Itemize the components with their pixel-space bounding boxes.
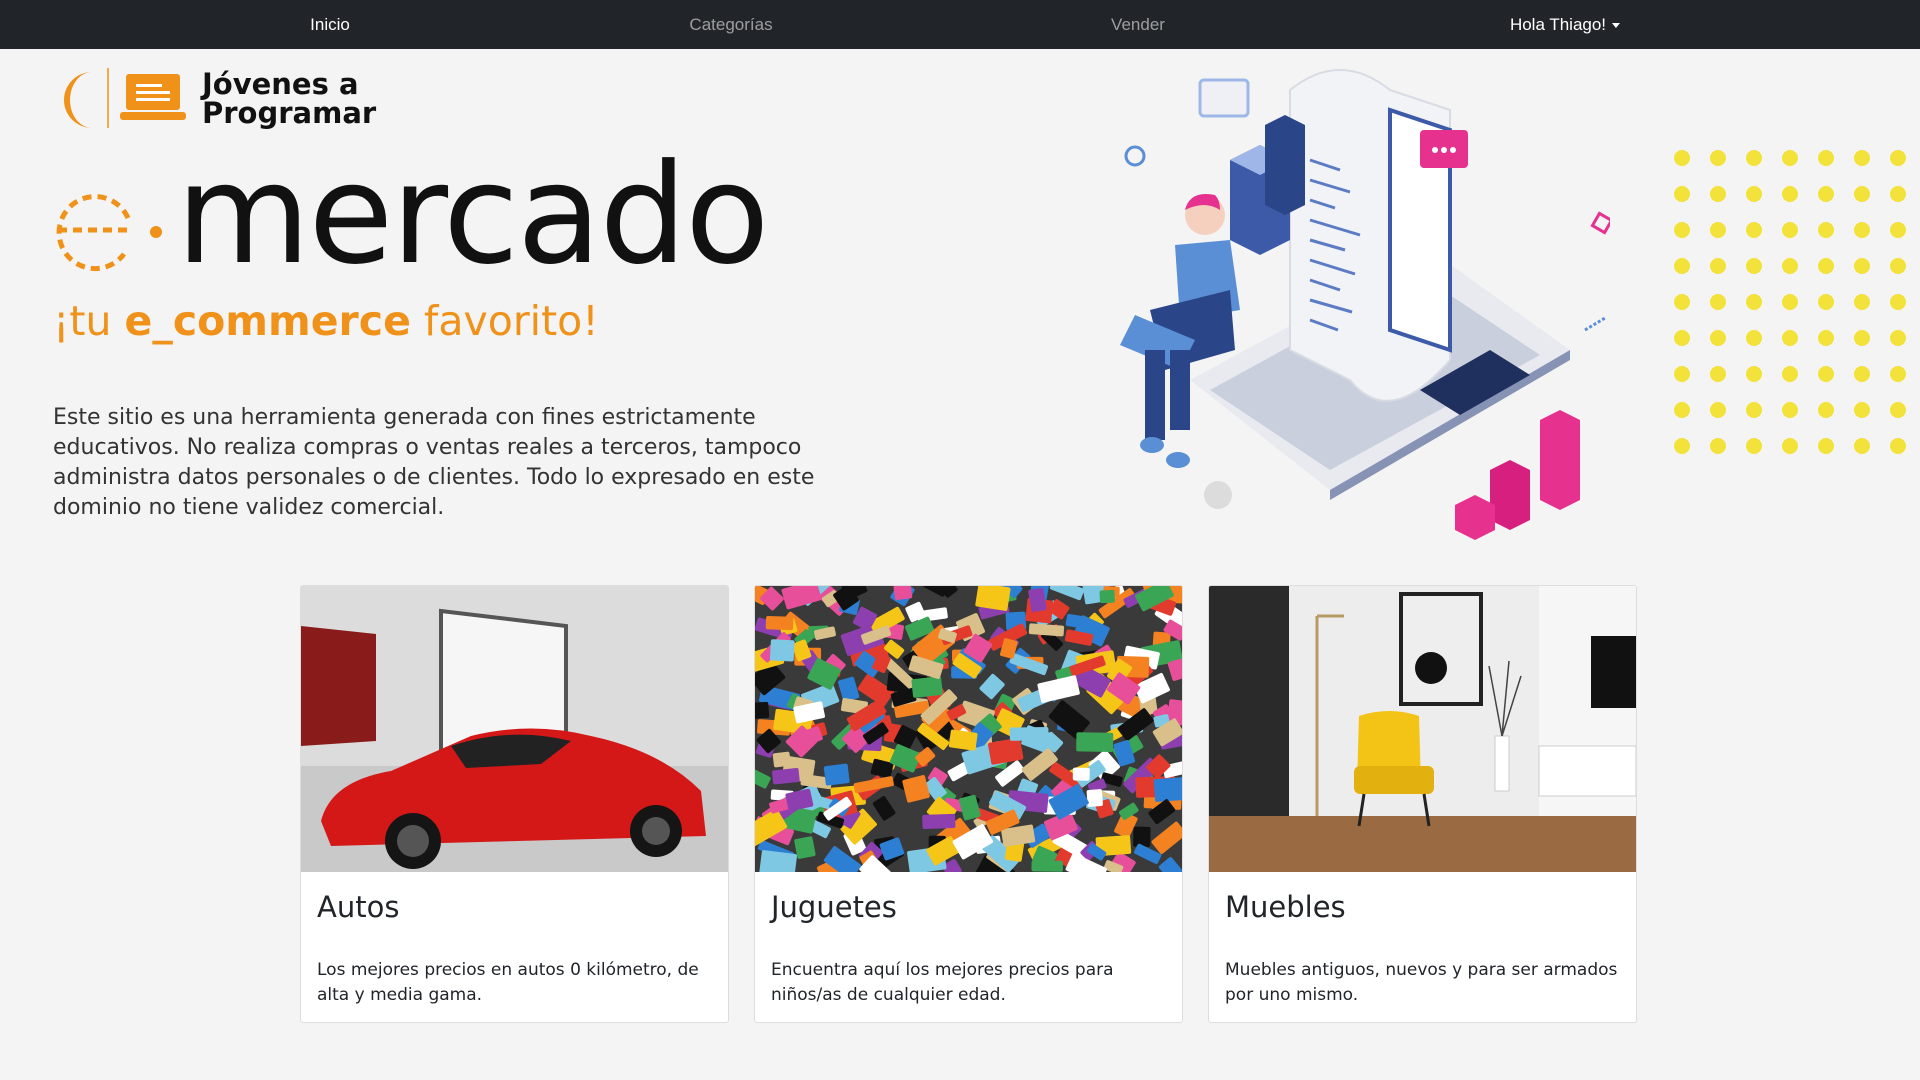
lego-bricks-photo-icon — [755, 586, 1182, 872]
tagline: ¡tu e_commerce favorito! — [53, 296, 599, 346]
yellow-dot-grid-decoration — [1674, 150, 1906, 454]
logo-line-1: Jóvenes a — [202, 67, 359, 101]
top-navbar: Inicio Categorías Vender Hola Thiago! — [0, 0, 1920, 49]
yellow-armchair-photo-icon — [1209, 586, 1636, 872]
card-text-autos: Los mejores precios en autos 0 kilómetro… — [317, 960, 699, 1005]
category-card-juguetes[interactable]: Juguetes Encuentra aquí los mejores prec… — [754, 585, 1183, 1023]
red-sports-car-photo-icon — [301, 586, 728, 872]
caret-down-icon — [1612, 23, 1621, 29]
card-text-juguetes: Encuentra aquí los mejores precios para … — [771, 960, 1114, 1005]
disclaimer-text: Este sitio es una herramienta generada c… — [53, 405, 815, 520]
tagline-prefix: ¡tu — [53, 297, 125, 345]
logo-wordmark: Jóvenes a Programar — [202, 70, 376, 128]
card-text-muebles: Muebles antiguos, nuevos y para ser arma… — [1225, 960, 1618, 1005]
programmer-laptop-illustration — [1120, 69, 1610, 540]
user-menu-dropdown[interactable]: Hola Thiago! — [1509, 0, 1621, 49]
e-dashed-logo-icon — [56, 194, 162, 272]
card-title-autos[interactable]: Autos — [317, 889, 399, 925]
logo-line-2: Programar — [202, 96, 377, 130]
tagline-bold: e_commerce — [124, 297, 411, 345]
user-greeting: Hola Thiago! — [1509, 15, 1607, 34]
nav-vender-link[interactable]: Vender — [1111, 0, 1165, 49]
category-card-muebles[interactable]: Muebles Muebles antiguos, nuevos y para … — [1208, 585, 1637, 1023]
nav-categorias-link[interactable]: Categorías — [689, 0, 772, 49]
tagline-suffix: favorito! — [410, 297, 599, 345]
brand-wordmark: mercado — [176, 134, 770, 295]
nav-inicio-link[interactable]: Inicio — [310, 0, 350, 49]
card-title-juguetes[interactable]: Juguetes — [771, 889, 897, 925]
category-card-autos[interactable]: Autos Los mejores precios en autos 0 kil… — [300, 585, 729, 1023]
card-title-muebles[interactable]: Muebles — [1225, 889, 1346, 925]
